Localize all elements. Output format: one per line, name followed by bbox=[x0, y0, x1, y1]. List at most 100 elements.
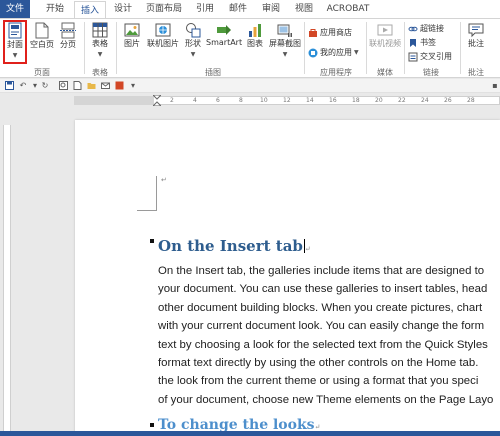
ruler-tick: 26 bbox=[444, 97, 452, 104]
cover-page-button[interactable]: 封面 ▼ bbox=[4, 22, 26, 59]
ribbon: 封面 ▼ 空白页 分页 页面 表格 ▼ 表格 图片 联机图片 形状 ▼ Smar… bbox=[0, 18, 500, 78]
tab-review[interactable]: 审阅 bbox=[256, 0, 286, 18]
online-picture-icon bbox=[155, 23, 171, 37]
page-break-label: 分页 bbox=[60, 40, 76, 49]
subheading-bullet bbox=[150, 423, 154, 427]
tab-mailings[interactable]: 邮件 bbox=[223, 0, 253, 18]
ruler-tick: 18 bbox=[352, 97, 360, 104]
cross-reference-button[interactable]: 交叉引用 bbox=[408, 51, 452, 62]
bookmark-button[interactable]: 书签 bbox=[408, 37, 436, 48]
vertical-ruler[interactable] bbox=[0, 107, 12, 436]
pictures-button[interactable]: 图片 bbox=[120, 22, 144, 49]
document-page[interactable]: ↵ On the Insert tab ↵ On the Insert tab, … bbox=[75, 120, 500, 436]
tab-acrobat[interactable]: ACROBAT bbox=[324, 0, 372, 18]
smartart-icon bbox=[217, 25, 231, 35]
vertical-ruler-track bbox=[3, 125, 11, 436]
blank-page-button[interactable]: 空白页 bbox=[30, 22, 54, 50]
email-icon[interactable] bbox=[100, 81, 110, 91]
heading-text: On the Insert tab bbox=[158, 237, 303, 255]
office-store-button[interactable]: 应用商店 bbox=[308, 27, 352, 38]
ruler-tick: 16 bbox=[329, 97, 337, 104]
indent-marker-icon[interactable] bbox=[153, 95, 161, 106]
ruler-tick: 6 bbox=[216, 97, 220, 104]
shapes-icon bbox=[186, 23, 201, 38]
group-separator bbox=[304, 22, 305, 74]
my-apps-label: 我的应用 bbox=[320, 48, 352, 57]
customize-toolbar-icon[interactable]: ▾ bbox=[128, 81, 138, 91]
chart-button[interactable]: 图表 bbox=[244, 22, 266, 49]
picture-icon bbox=[124, 23, 140, 37]
pdf-icon[interactable] bbox=[114, 81, 124, 91]
online-pictures-button[interactable]: 联机图片 bbox=[146, 22, 180, 49]
ruler-tick: 14 bbox=[306, 97, 314, 104]
comments-group-label: 批注 bbox=[468, 68, 484, 77]
body-line: other document building blocks. When you… bbox=[158, 301, 483, 314]
store-icon bbox=[309, 28, 317, 37]
group-separator bbox=[460, 22, 461, 74]
open-folder-icon[interactable] bbox=[86, 81, 96, 91]
chevron-down-icon: ▼ bbox=[282, 51, 288, 58]
online-video-label: 联机视频 bbox=[369, 39, 401, 48]
online-video-button[interactable]: 联机视频 bbox=[369, 22, 401, 49]
smartart-label: SmartArt bbox=[206, 38, 243, 47]
body-line: with your current document look. You can… bbox=[158, 320, 485, 333]
apps-group-label: 应用程序 bbox=[320, 68, 352, 77]
page-break-button[interactable]: 分页 bbox=[58, 22, 78, 50]
bookmark-icon bbox=[410, 38, 416, 47]
online-pictures-label: 联机图片 bbox=[147, 39, 179, 48]
tab-design[interactable]: 设计 bbox=[108, 0, 138, 18]
shapes-button[interactable]: 形状 ▼ bbox=[182, 22, 204, 58]
body-line: On the Insert tab, the galleries include… bbox=[158, 265, 485, 277]
chevron-down-icon: ▼ bbox=[354, 49, 359, 56]
comment-button[interactable]: 批注 bbox=[464, 22, 488, 49]
tab-references[interactable]: 引用 bbox=[190, 0, 220, 18]
screenshot-button[interactable]: 屏幕截图 ▼ bbox=[268, 22, 302, 58]
ruler-tick: 12 bbox=[283, 97, 291, 104]
undo-icon[interactable]: ↶ bbox=[18, 81, 28, 91]
tab-file[interactable]: 文件 bbox=[0, 0, 30, 18]
tab-page-layout[interactable]: 页面布局 bbox=[141, 0, 187, 18]
tab-view[interactable]: 视图 bbox=[289, 0, 319, 18]
redo-icon[interactable]: ↻ bbox=[40, 81, 50, 91]
body-line: of your document, choose new Theme eleme… bbox=[158, 393, 494, 406]
chart-label: 图表 bbox=[247, 39, 263, 48]
tab-home[interactable]: 开始 bbox=[40, 0, 70, 18]
table-icon bbox=[92, 22, 108, 38]
screenshot-label: 屏幕截图 bbox=[269, 39, 301, 48]
group-separator bbox=[116, 22, 117, 74]
tab-insert[interactable]: 插入 bbox=[74, 1, 106, 19]
cross-reference-icon bbox=[408, 52, 418, 61]
hyperlink-label: 超链接 bbox=[420, 24, 444, 33]
ruler-tick: 28 bbox=[467, 97, 475, 104]
ruler-tick: 22 bbox=[398, 97, 406, 104]
save-icon[interactable] bbox=[4, 81, 14, 91]
chart-icon bbox=[249, 24, 261, 37]
document-heading[interactable]: On the Insert tab ↵ bbox=[158, 237, 311, 255]
ruler-toggle-icon[interactable]: ▪ bbox=[490, 81, 500, 91]
ruler-tick: 24 bbox=[421, 97, 429, 104]
blank-page-icon bbox=[35, 22, 49, 39]
bookmark-label: 书签 bbox=[420, 38, 436, 47]
status-bar bbox=[0, 431, 500, 436]
hyperlink-button[interactable]: 超链接 bbox=[408, 23, 444, 34]
cover-page-icon bbox=[8, 22, 22, 39]
table-label: 表格 bbox=[92, 39, 108, 48]
paragraph-mark: ↵ bbox=[314, 423, 321, 431]
print-preview-icon[interactable] bbox=[58, 81, 68, 91]
crop-mark bbox=[137, 176, 157, 211]
document-body[interactable]: On the Insert tab, the galleries include… bbox=[158, 262, 500, 409]
smartart-button[interactable]: SmartArt bbox=[206, 22, 242, 47]
comment-icon bbox=[468, 23, 484, 38]
my-apps-button[interactable]: 我的应用 ▼ bbox=[308, 47, 359, 58]
horizontal-ruler[interactable]: 2 4 6 8 10 12 14 16 18 20 22 24 26 28 bbox=[0, 93, 500, 107]
body-line: text by choosing a look for the selected… bbox=[158, 338, 488, 351]
paragraph-mark: ↵ bbox=[161, 176, 167, 184]
blank-page-label: 空白页 bbox=[30, 40, 54, 49]
chevron-down-icon[interactable]: ▾ bbox=[30, 81, 40, 91]
cover-page-label: 封面 bbox=[7, 40, 23, 49]
comment-label: 批注 bbox=[468, 39, 484, 48]
table-button[interactable]: 表格 ▼ bbox=[89, 22, 111, 58]
illustrations-group-label: 插图 bbox=[205, 68, 221, 77]
new-document-icon[interactable] bbox=[72, 81, 82, 91]
chevron-down-icon: ▼ bbox=[97, 51, 103, 58]
